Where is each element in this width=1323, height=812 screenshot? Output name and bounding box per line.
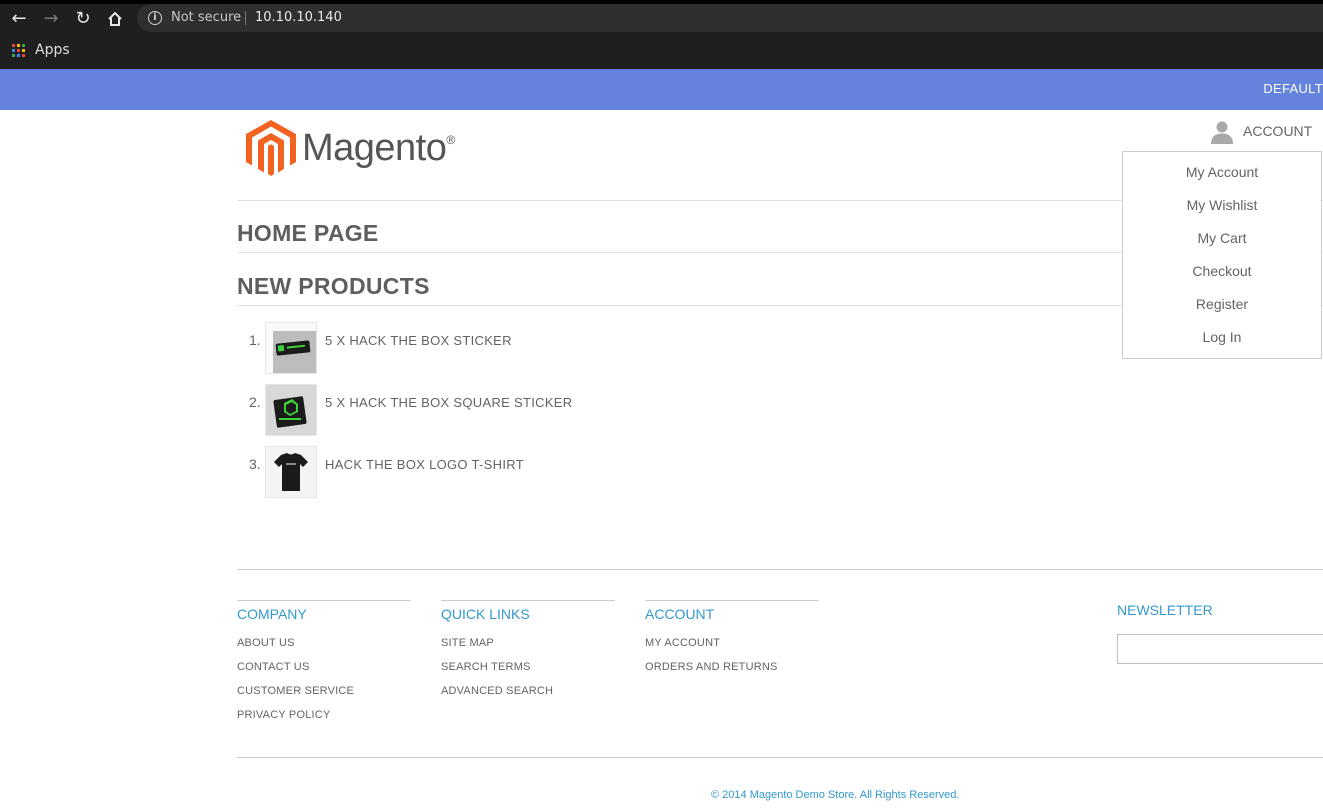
footer-link-orders-and-returns[interactable]: ORDERS AND RETURNS: [645, 661, 778, 673]
product-thumbnail[interactable]: [265, 322, 317, 374]
logo-registered-mark: ®: [446, 133, 455, 147]
back-arrow-icon[interactable]: ←: [8, 8, 30, 30]
footer-link-advanced-search[interactable]: ADVANCED SEARCH: [441, 685, 553, 697]
footer-company-title: COMPANY: [237, 606, 307, 622]
menu-item-log-in[interactable]: Log In: [1123, 329, 1321, 345]
product-thumbnail[interactable]: [265, 446, 317, 498]
product-name-link[interactable]: 5 X HACK THE BOX SQUARE STICKER: [325, 395, 572, 410]
product-index: 1.: [249, 332, 261, 348]
security-label[interactable]: Not secure: [171, 10, 241, 25]
footer-link-customer-service[interactable]: CUSTOMER SERVICE: [237, 685, 354, 697]
footer-top-divider: [237, 569, 1323, 570]
footer-link-about-us[interactable]: ABOUT US: [237, 637, 295, 649]
newsletter-email-input[interactable]: [1117, 634, 1323, 664]
footer-bottom-divider: [237, 757, 1323, 758]
footer-column-rule: [237, 600, 411, 601]
address-bar[interactable]: i Not secure 10.10.10.140: [137, 4, 1323, 32]
footer-column-rule: [645, 600, 819, 601]
footer-column-rule: [441, 600, 615, 601]
newsletter-title: NEWSLETTER: [1117, 602, 1213, 618]
footer-link-search-terms[interactable]: SEARCH TERMS: [441, 661, 531, 673]
menu-item-my-cart[interactable]: My Cart: [1123, 230, 1321, 246]
product-index: 2.: [249, 394, 261, 410]
url-text[interactable]: 10.10.10.140: [255, 10, 342, 25]
product-thumbnail[interactable]: [265, 384, 317, 436]
bookmarks-bar: [0, 36, 1323, 69]
product-name-link[interactable]: HACK THE BOX LOGO T-SHIRT: [325, 457, 524, 472]
magento-logo-icon[interactable]: [246, 120, 296, 181]
home-icon[interactable]: [104, 8, 126, 30]
apps-grid-icon[interactable]: [12, 44, 25, 57]
logo-text: Magento: [302, 127, 447, 169]
section-title: NEW PRODUCTS: [237, 273, 430, 299]
menu-item-checkout[interactable]: Checkout: [1123, 263, 1321, 279]
product-index: 3.: [249, 456, 261, 472]
menu-item-register[interactable]: Register: [1123, 296, 1321, 312]
footer-link-contact-us[interactable]: CONTACT US: [237, 661, 310, 673]
apps-bookmark[interactable]: Apps: [35, 42, 70, 58]
menu-item-my-wishlist[interactable]: My Wishlist: [1123, 197, 1321, 213]
user-icon: [1211, 121, 1233, 144]
store-language-switcher[interactable]: DEFAULT: [1263, 81, 1323, 96]
page-title: HOME PAGE: [237, 220, 379, 246]
info-icon[interactable]: i: [148, 11, 162, 25]
account-label: ACCOUNT: [1243, 123, 1313, 139]
menu-item-my-account[interactable]: My Account: [1123, 164, 1321, 180]
logo-wordmark[interactable]: Magento®: [302, 127, 455, 170]
product-name-link[interactable]: 5 X HACK THE BOX STICKER: [325, 333, 512, 348]
footer-link-privacy-policy[interactable]: PRIVACY POLICY: [237, 709, 330, 721]
footer-link-site-map[interactable]: SITE MAP: [441, 637, 494, 649]
store-top-bar: [0, 69, 1323, 110]
footer-account-title: ACCOUNT: [645, 606, 715, 622]
forward-arrow-icon[interactable]: →: [40, 8, 62, 30]
account-dropdown-menu: My Account My Wishlist My Cart Checkout …: [1122, 151, 1322, 359]
copyright-text: © 2014 Magento Demo Store. All Rights Re…: [711, 789, 960, 801]
footer-link-my-account[interactable]: MY ACCOUNT: [645, 637, 720, 649]
reload-icon[interactable]: ↻: [72, 8, 94, 30]
address-separator: [245, 11, 246, 25]
footer-quick-links-title: QUICK LINKS: [441, 606, 530, 622]
